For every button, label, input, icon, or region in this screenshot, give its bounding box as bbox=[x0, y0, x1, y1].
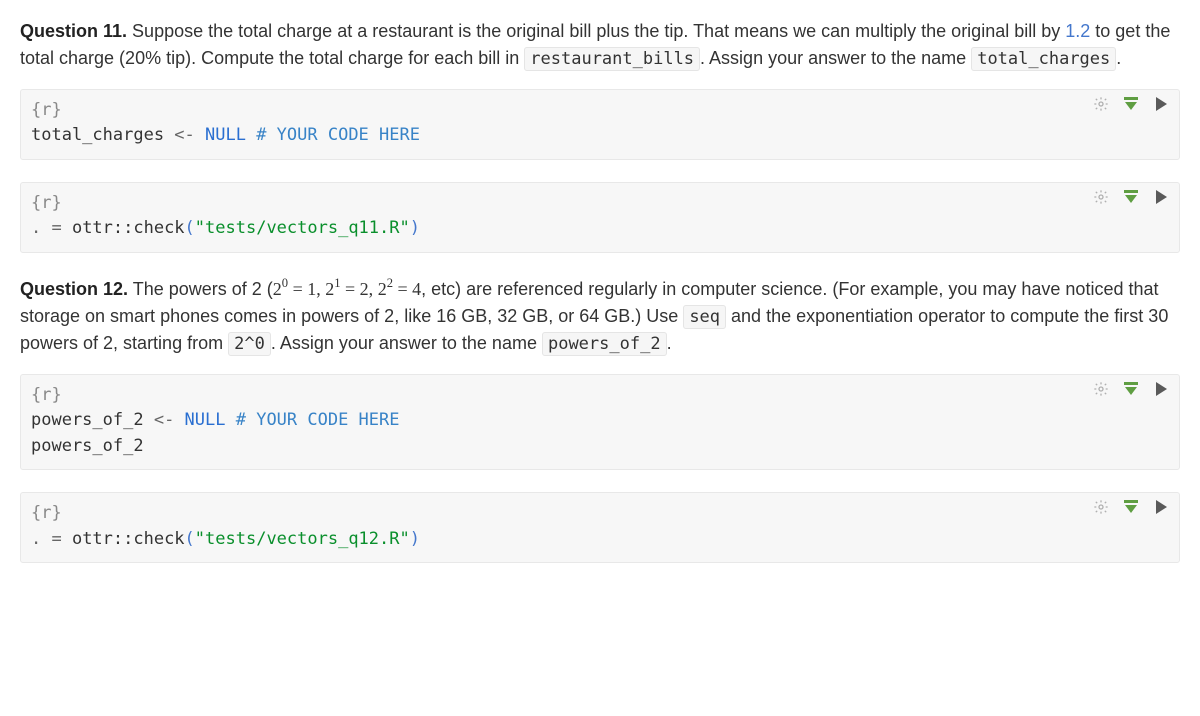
gear-icon[interactable] bbox=[1093, 96, 1109, 112]
code-content[interactable]: {r} . = ottr::check("tests/vectors_q12.R… bbox=[31, 501, 1169, 552]
code-total-charges: total_charges bbox=[971, 47, 1116, 71]
math-2-pow-0: 20 = 1, 21 = 2, 22 = 4 bbox=[273, 279, 421, 299]
cell-toolbar bbox=[1093, 499, 1169, 515]
gear-icon[interactable] bbox=[1093, 189, 1109, 205]
code-cell-q12-check[interactable]: {r} . = ottr::check("tests/vectors_q12.R… bbox=[20, 492, 1180, 563]
run-above-icon[interactable] bbox=[1123, 381, 1139, 397]
code-restaurant-bills: restaurant_bills bbox=[524, 47, 700, 71]
code-2-pow-0: 2^0 bbox=[228, 332, 271, 356]
code-content[interactable]: {r} powers_of_2 <- NULL # YOUR CODE HERE… bbox=[31, 383, 1169, 460]
run-above-icon[interactable] bbox=[1123, 96, 1139, 112]
code-content[interactable]: {r} . = ottr::check("tests/vectors_q11.R… bbox=[31, 191, 1169, 242]
question-12-text: Question 12. The powers of 2 (20 = 1, 21… bbox=[20, 275, 1180, 358]
run-chunk-icon[interactable] bbox=[1153, 381, 1169, 397]
run-chunk-icon[interactable] bbox=[1153, 189, 1169, 205]
code-cell-q11-check[interactable]: {r} . = ottr::check("tests/vectors_q11.R… bbox=[20, 182, 1180, 253]
gear-icon[interactable] bbox=[1093, 499, 1109, 515]
code-seq: seq bbox=[683, 305, 726, 329]
cell-toolbar bbox=[1093, 189, 1169, 205]
run-chunk-icon[interactable] bbox=[1153, 499, 1169, 515]
run-chunk-icon[interactable] bbox=[1153, 96, 1169, 112]
tip-multiplier: 1.2 bbox=[1065, 21, 1090, 41]
cell-toolbar bbox=[1093, 96, 1169, 112]
question-12-title: Question 12. bbox=[20, 279, 128, 299]
question-11-title: Question 11. bbox=[20, 21, 127, 41]
cell-toolbar bbox=[1093, 381, 1169, 397]
run-above-icon[interactable] bbox=[1123, 189, 1139, 205]
code-cell-q11-answer[interactable]: {r} total_charges <- NULL # YOUR CODE HE… bbox=[20, 89, 1180, 160]
code-cell-q12-answer[interactable]: {r} powers_of_2 <- NULL # YOUR CODE HERE… bbox=[20, 374, 1180, 471]
code-powers-of-2: powers_of_2 bbox=[542, 332, 667, 356]
run-above-icon[interactable] bbox=[1123, 499, 1139, 515]
code-content[interactable]: {r} total_charges <- NULL # YOUR CODE HE… bbox=[31, 98, 1169, 149]
question-11-text: Question 11. Suppose the total charge at… bbox=[20, 18, 1180, 73]
gear-icon[interactable] bbox=[1093, 381, 1109, 397]
